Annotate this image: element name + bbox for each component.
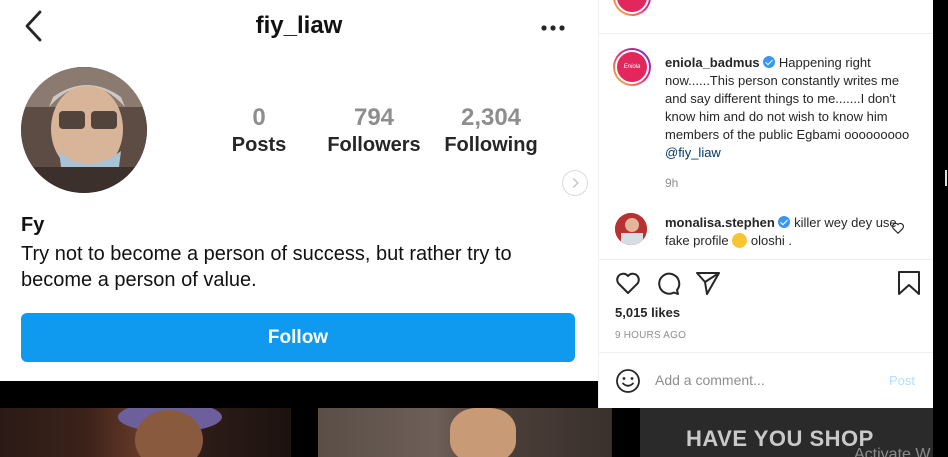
comment-icon[interactable] bbox=[655, 270, 681, 296]
profile-name: Fy bbox=[21, 214, 45, 236]
profile-screenshot: fiy_liaw 0 Posts 794 Followers 2,304 Fol… bbox=[0, 0, 598, 381]
divider bbox=[599, 259, 934, 260]
more-options-icon bbox=[541, 25, 565, 31]
bookmark-icon[interactable] bbox=[896, 270, 922, 296]
right-dark-strip bbox=[933, 0, 948, 457]
next-post-arrow-icon[interactable] bbox=[940, 168, 948, 188]
add-comment-input[interactable] bbox=[655, 372, 875, 388]
thumbnail-1[interactable] bbox=[0, 408, 291, 457]
post-actions bbox=[599, 270, 934, 298]
post-timestamp[interactable]: 9 HOURS AGO bbox=[615, 330, 686, 341]
activate-windows-watermark: Activate W bbox=[854, 446, 931, 457]
emoji-smile-icon[interactable] bbox=[615, 368, 641, 394]
stat-posts[interactable]: 0 Posts bbox=[222, 104, 296, 158]
profile-username: fiy_liaw bbox=[255, 12, 343, 39]
add-comment-row: Post bbox=[599, 356, 934, 408]
caption-mention-link[interactable]: @fiy_liaw bbox=[665, 145, 721, 160]
post-sidebar: Eniola eniola_badmus Happening right now… bbox=[598, 0, 934, 408]
share-icon[interactable] bbox=[695, 270, 721, 296]
followers-count: 794 bbox=[353, 104, 395, 131]
follow-button[interactable]: Follow bbox=[21, 313, 575, 362]
profile-avatar bbox=[21, 67, 147, 193]
thumbnail-3-text: HAVE YOU SHOP bbox=[686, 426, 874, 451]
caption-username[interactable]: eniola_badmus bbox=[665, 55, 760, 70]
divider bbox=[599, 352, 934, 353]
followers-label: Followers bbox=[327, 134, 421, 156]
caption-avatar[interactable]: Eniola bbox=[613, 48, 651, 86]
thumbnail-2[interactable] bbox=[318, 408, 612, 457]
post-author-avatar[interactable] bbox=[613, 0, 651, 16]
verified-badge-icon bbox=[763, 56, 776, 68]
chevron-right-icon bbox=[562, 170, 588, 196]
comment: monalisa.stephen killer wey dey use fake… bbox=[665, 214, 897, 250]
likes-count[interactable]: 5,015 likes bbox=[615, 305, 680, 320]
posts-label: Posts bbox=[231, 134, 287, 156]
post-caption: eniola_badmus Happening right now......T… bbox=[665, 54, 920, 162]
comment-text-end: oloshi . bbox=[750, 233, 793, 248]
comment-username[interactable]: monalisa.stephen bbox=[665, 215, 775, 230]
caption-timestamp[interactable]: 9h bbox=[665, 176, 678, 190]
following-label: Following bbox=[444, 134, 538, 156]
comment-like-heart-icon[interactable] bbox=[891, 221, 905, 235]
comment-avatar[interactable] bbox=[615, 213, 647, 245]
verified-badge-icon bbox=[778, 216, 791, 228]
post-comment-button[interactable]: Post bbox=[889, 373, 915, 388]
divider bbox=[599, 33, 934, 34]
stat-following[interactable]: 2,304 Following bbox=[440, 104, 542, 158]
posts-count: 0 bbox=[252, 104, 266, 131]
profile-bio: Try not to become a person of success, b… bbox=[21, 243, 512, 291]
stat-followers[interactable]: 794 Followers bbox=[324, 104, 424, 158]
heart-icon[interactable] bbox=[615, 270, 641, 296]
following-count: 2,304 bbox=[460, 104, 522, 131]
laughing-emoji-icon bbox=[732, 233, 748, 248]
